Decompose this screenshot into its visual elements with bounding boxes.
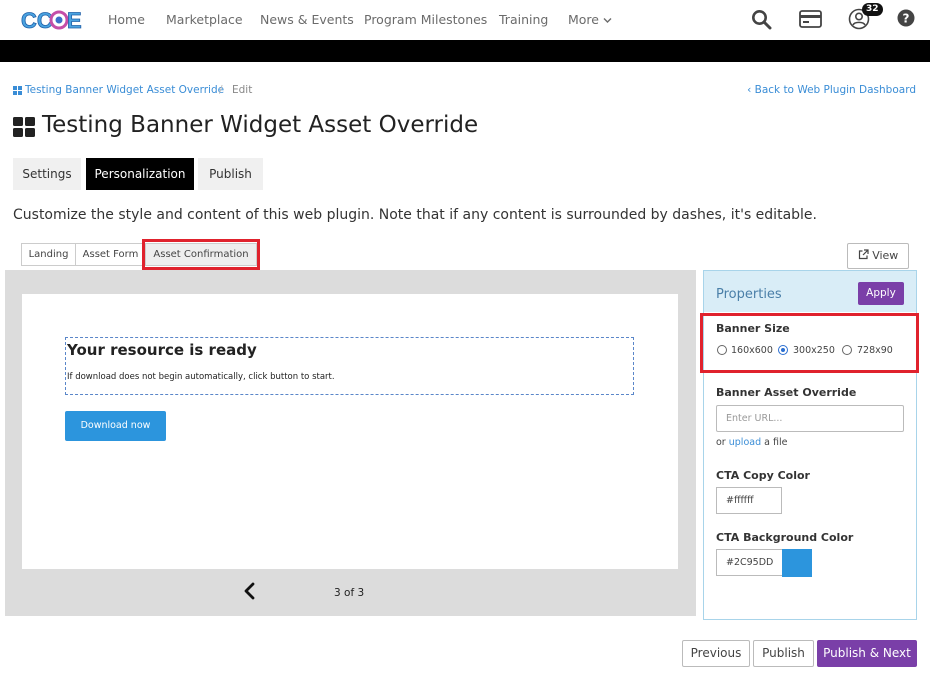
back-to-dashboard-link[interactable]: ‹ Back to Web Plugin Dashboard xyxy=(747,84,916,96)
tab-personalization[interactable]: Personalization xyxy=(86,158,194,190)
widget-grid-icon xyxy=(13,117,35,137)
nav-home[interactable]: Home xyxy=(108,12,145,27)
asset-url-input[interactable]: Enter URL... xyxy=(716,405,904,432)
external-link-icon xyxy=(858,249,869,260)
download-now-button[interactable]: Download now xyxy=(65,411,166,441)
color-swatch[interactable] xyxy=(782,549,812,577)
breadcrumb-separator: / xyxy=(219,84,223,96)
chevron-left-icon[interactable] xyxy=(240,580,260,602)
nav-news-events[interactable]: News & Events xyxy=(260,12,354,27)
apply-button[interactable]: Apply xyxy=(858,282,904,305)
nav-program-milestones[interactable]: Program Milestones xyxy=(364,12,487,27)
subtab-landing[interactable]: Landing xyxy=(21,243,76,266)
subtab-asset-form[interactable]: Asset Form xyxy=(75,243,146,266)
search-icon[interactable] xyxy=(751,9,772,30)
cta-copy-color-input[interactable]: #ffffff xyxy=(716,487,782,514)
nav-marketplace[interactable]: Marketplace xyxy=(166,12,243,27)
resource-heading[interactable]: Your resource is ready xyxy=(67,341,257,359)
properties-title: Properties xyxy=(716,287,782,302)
top-navbar: CC E Home Marketplace News & Events Prog… xyxy=(0,0,930,40)
previous-button[interactable]: Previous xyxy=(682,640,750,667)
nav-training[interactable]: Training xyxy=(499,12,548,27)
chevron-down-icon xyxy=(603,18,612,23)
publish-next-button[interactable]: Publish & Next xyxy=(817,640,917,667)
upload-a-file-text: a file xyxy=(764,437,788,448)
svg-text:CC: CC xyxy=(21,8,53,33)
upload-line: or upload a file xyxy=(716,437,787,448)
publish-button[interactable]: Publish xyxy=(753,640,814,667)
resource-subtext[interactable]: If download does not begin automatically… xyxy=(67,372,335,382)
tab-publish[interactable]: Publish xyxy=(198,158,263,190)
svg-text:E: E xyxy=(67,8,82,33)
upload-link[interactable]: upload xyxy=(729,437,761,448)
page-title: Testing Banner Widget Asset Override xyxy=(42,112,479,138)
cta-background-color-input[interactable]: #2C95DD xyxy=(716,549,783,576)
credit-card-icon[interactable] xyxy=(799,10,822,28)
view-button-label: View xyxy=(872,249,899,262)
back-link-label: Back to Web Plugin Dashboard xyxy=(754,84,916,96)
nav-more[interactable]: More xyxy=(568,12,612,27)
nav-more-label: More xyxy=(568,12,599,27)
cta-background-color-label: CTA Background Color xyxy=(716,531,854,544)
view-button[interactable]: View xyxy=(847,243,909,269)
help-icon[interactable]: ? xyxy=(897,9,915,27)
ccoe-logo[interactable]: CC E xyxy=(20,6,84,34)
widget-grid-icon xyxy=(13,86,22,95)
tab-settings[interactable]: Settings xyxy=(13,158,81,190)
banner-asset-override-label: Banner Asset Override xyxy=(716,386,857,399)
pager-label: 3 of 3 xyxy=(334,587,365,599)
highlight-box xyxy=(700,313,919,373)
upload-or-text: or xyxy=(716,437,726,448)
svg-text:?: ? xyxy=(903,12,910,26)
breadcrumb-parent-link[interactable]: Testing Banner Widget Asset Override xyxy=(25,84,224,96)
header-black-bar xyxy=(0,40,930,62)
page-description: Customize the style and content of this … xyxy=(13,207,817,223)
notification-badge: 32 xyxy=(862,3,883,16)
highlight-box xyxy=(142,239,260,270)
chevron-left-icon: ‹ xyxy=(747,84,755,96)
cta-copy-color-label: CTA Copy Color xyxy=(716,469,810,482)
breadcrumb-current: Edit xyxy=(232,84,253,96)
